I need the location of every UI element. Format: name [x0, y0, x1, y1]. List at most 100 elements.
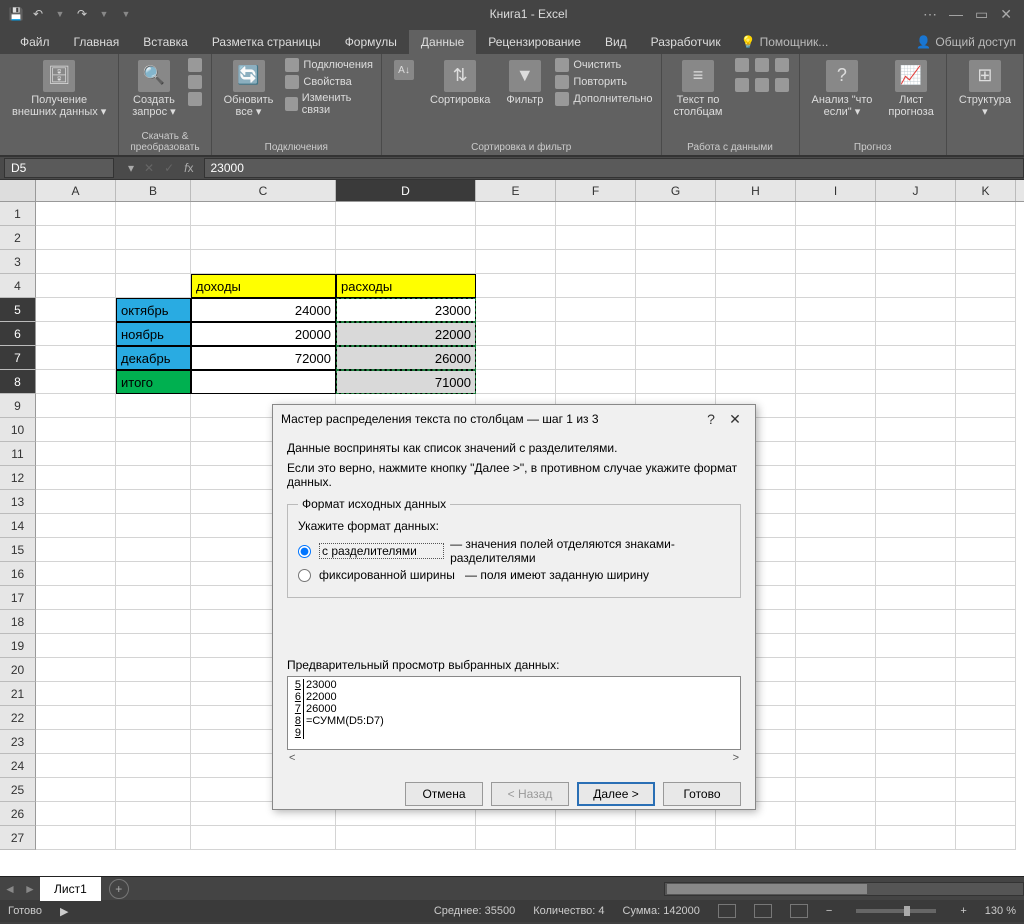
cell-C7[interactable]: 72000 — [191, 346, 336, 370]
text-to-columns-button[interactable]: ≡ Текст по столбцам — [670, 58, 727, 120]
zoom-in-button[interactable]: + — [960, 905, 966, 917]
consolidate-icon[interactable] — [735, 78, 749, 92]
get-external-data-button[interactable]: 🗄 Получение внешних данных ▾ — [8, 58, 110, 120]
cell-I5[interactable] — [796, 298, 876, 322]
cell-K12[interactable] — [956, 466, 1016, 490]
col-header-g[interactable]: G — [636, 180, 716, 201]
cell-J22[interactable] — [876, 706, 956, 730]
view-page-break-button[interactable] — [790, 904, 808, 918]
cell-E6[interactable] — [476, 322, 556, 346]
row-header-9[interactable]: 9 — [0, 394, 36, 418]
cell-J18[interactable] — [876, 610, 956, 634]
tab-insert[interactable]: Вставка — [131, 30, 200, 54]
cell-E4[interactable] — [476, 274, 556, 298]
cell-B21[interactable] — [116, 682, 191, 706]
cell-J17[interactable] — [876, 586, 956, 610]
cell-K24[interactable] — [956, 754, 1016, 778]
cell-J3[interactable] — [876, 250, 956, 274]
dialog-close-button[interactable]: ✕ — [723, 411, 747, 428]
save-icon[interactable]: 💾 — [8, 6, 24, 22]
cell-B16[interactable] — [116, 562, 191, 586]
cell-H1[interactable] — [716, 202, 796, 226]
sort-button[interactable]: ⇅ Сортировка — [426, 58, 494, 108]
row-header-2[interactable]: 2 — [0, 226, 36, 250]
fixed-width-radio[interactable] — [298, 569, 311, 582]
row-header-15[interactable]: 15 — [0, 538, 36, 562]
cell-K21[interactable] — [956, 682, 1016, 706]
cell-I2[interactable] — [796, 226, 876, 250]
data-validation-icon[interactable] — [775, 58, 789, 72]
cell-F8[interactable] — [556, 370, 636, 394]
cell-B6[interactable]: ноябрь — [116, 322, 191, 346]
cell-A10[interactable] — [36, 418, 116, 442]
filter-button[interactable]: ▼ Фильтр — [502, 58, 547, 108]
col-header-k[interactable]: K — [956, 180, 1016, 201]
row-header-13[interactable]: 13 — [0, 490, 36, 514]
cell-J16[interactable] — [876, 562, 956, 586]
col-header-h[interactable]: H — [716, 180, 796, 201]
cell-B5[interactable]: октябрь — [116, 298, 191, 322]
cell-A27[interactable] — [36, 826, 116, 850]
cell-A14[interactable] — [36, 514, 116, 538]
maximize-icon[interactable]: ▭ — [975, 6, 988, 23]
row-header-7[interactable]: 7 — [0, 346, 36, 370]
cell-I20[interactable] — [796, 658, 876, 682]
cell-A19[interactable] — [36, 634, 116, 658]
cell-G7[interactable] — [636, 346, 716, 370]
cell-J20[interactable] — [876, 658, 956, 682]
cell-J1[interactable] — [876, 202, 956, 226]
cell-I18[interactable] — [796, 610, 876, 634]
cell-J21[interactable] — [876, 682, 956, 706]
undo-dropdown-icon[interactable]: ▼ — [52, 6, 68, 22]
redo-icon[interactable]: ↷ — [74, 6, 90, 22]
cell-D8[interactable]: 71000 — [336, 370, 476, 394]
cell-H6[interactable] — [716, 322, 796, 346]
from-table-button[interactable] — [188, 75, 202, 89]
cell-G6[interactable] — [636, 322, 716, 346]
cell-D1[interactable] — [336, 202, 476, 226]
cell-D7[interactable]: 26000 — [336, 346, 476, 370]
cancel-button[interactable]: Отмена — [405, 782, 483, 806]
view-normal-button[interactable] — [718, 904, 736, 918]
cell-I16[interactable] — [796, 562, 876, 586]
cell-K11[interactable] — [956, 442, 1016, 466]
row-header-16[interactable]: 16 — [0, 562, 36, 586]
col-header-i[interactable]: I — [796, 180, 876, 201]
cell-K7[interactable] — [956, 346, 1016, 370]
cell-H2[interactable] — [716, 226, 796, 250]
cell-E8[interactable] — [476, 370, 556, 394]
share-button[interactable]: 👤Общий доступ — [908, 30, 1024, 54]
cell-F6[interactable] — [556, 322, 636, 346]
cell-K1[interactable] — [956, 202, 1016, 226]
new-query-button[interactable]: 🔍 Создать запрос ▾ — [128, 58, 179, 120]
cell-K15[interactable] — [956, 538, 1016, 562]
cell-B15[interactable] — [116, 538, 191, 562]
cell-B10[interactable] — [116, 418, 191, 442]
row-header-3[interactable]: 3 — [0, 250, 36, 274]
cell-A12[interactable] — [36, 466, 116, 490]
cell-K22[interactable] — [956, 706, 1016, 730]
row-header-1[interactable]: 1 — [0, 202, 36, 226]
redo-dropdown-icon[interactable]: ▼ — [96, 6, 112, 22]
cell-J8[interactable] — [876, 370, 956, 394]
cell-B27[interactable] — [116, 826, 191, 850]
cell-J19[interactable] — [876, 634, 956, 658]
outline-button[interactable]: ⊞ Структура ▾ — [955, 58, 1015, 120]
col-header-b[interactable]: B — [116, 180, 191, 201]
cell-I10[interactable] — [796, 418, 876, 442]
cell-F4[interactable] — [556, 274, 636, 298]
advanced-filter-button[interactable]: Дополнительно — [555, 92, 652, 106]
cell-I22[interactable] — [796, 706, 876, 730]
cell-A25[interactable] — [36, 778, 116, 802]
cell-K20[interactable] — [956, 658, 1016, 682]
row-header-20[interactable]: 20 — [0, 658, 36, 682]
cell-E1[interactable] — [476, 202, 556, 226]
cell-C4[interactable]: доходы — [191, 274, 336, 298]
cancel-formula-icon[interactable]: ✕ — [144, 161, 154, 175]
cell-E27[interactable] — [476, 826, 556, 850]
cell-I8[interactable] — [796, 370, 876, 394]
cell-I7[interactable] — [796, 346, 876, 370]
cell-J24[interactable] — [876, 754, 956, 778]
cell-E7[interactable] — [476, 346, 556, 370]
cell-K14[interactable] — [956, 514, 1016, 538]
